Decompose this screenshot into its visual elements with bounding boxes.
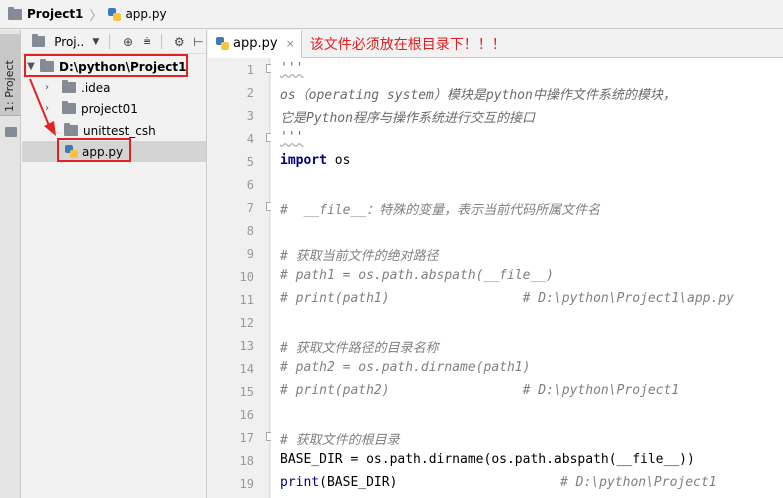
- app-py-highlight: [57, 138, 131, 162]
- folder-icon: [64, 123, 78, 136]
- line-number: 1: [246, 63, 254, 77]
- editor-tab-bar: app.py × 该文件必须放在根目录下！！！: [208, 29, 783, 58]
- line-number: 8: [246, 224, 254, 238]
- line-number: 5: [246, 155, 254, 169]
- line-number: 12: [239, 316, 254, 330]
- builtin: print: [280, 475, 320, 490]
- navigation-bar: Project1 〉 app.py: [0, 0, 783, 29]
- tree-item-idea[interactable]: › .idea: [40, 77, 111, 98]
- folder-icon: [62, 80, 76, 93]
- python-file-icon: [216, 37, 229, 50]
- annotation-note: 该文件必须放在根目录下！！！: [309, 36, 506, 53]
- breadcrumb-file[interactable]: app.py: [108, 7, 167, 21]
- code-editor[interactable]: ''' os（operating system）模块是python中操作文件系统…: [271, 58, 783, 498]
- crosshair-icon[interactable]: ⊕: [120, 34, 135, 50]
- chevron-right-icon[interactable]: ›: [40, 103, 54, 114]
- line-number: 7: [246, 201, 254, 215]
- code-line: ''': [280, 130, 304, 145]
- collapse-all-icon[interactable]: ⩧: [140, 34, 155, 50]
- folder-icon: [62, 101, 76, 114]
- line-number: 4: [246, 132, 254, 146]
- code-line: # 获取当前文件的绝对路径: [280, 249, 439, 264]
- hide-icon[interactable]: ⊢: [191, 34, 206, 50]
- root-folder-highlight: [24, 54, 188, 77]
- close-icon[interactable]: ×: [286, 37, 295, 50]
- code-line: # path2 = os.path.dirname(path1): [280, 360, 531, 375]
- tab-app-py[interactable]: app.py ×: [208, 29, 302, 58]
- line-number: 9: [246, 247, 254, 261]
- project-toolbar: Proj.. ▼ ⊕ ⩧ ⚙ ⊢: [22, 30, 206, 54]
- line-number: 16: [239, 408, 254, 422]
- project-view-selector[interactable]: Proj..: [54, 35, 84, 49]
- line-number: 19: [239, 477, 254, 491]
- code-line: # print(path1) # D:\python\Project1\app.…: [280, 291, 734, 306]
- line-number: 10: [239, 270, 254, 284]
- tool-window-strip: 1: Project: [0, 30, 21, 498]
- line-number: 17: [239, 431, 254, 445]
- code-line: ''': [280, 61, 304, 76]
- line-number: 2: [246, 86, 254, 100]
- gear-icon[interactable]: ⚙: [172, 34, 187, 50]
- project-panel: Proj.. ▼ ⊕ ⩧ ⚙ ⊢ ▼ D:\python\Project1 › …: [22, 30, 207, 498]
- code-line: os（operating system）模块是python中操作文件系统的模块，: [280, 88, 676, 103]
- line-number-gutter: 1 2 3 4 5 6 7 8 9 10 11 12 13 14 15 16 1…: [208, 58, 275, 498]
- code-line: # 获取文件的根目录: [280, 433, 400, 448]
- code-line: # path1 = os.path.abspath(__file__): [280, 268, 554, 283]
- code-line-comment: # D:\python\Project1: [560, 475, 717, 490]
- line-number: 11: [239, 293, 254, 307]
- project-tool-tab[interactable]: 1: Project: [0, 34, 21, 116]
- code-line: # 获取文件路径的目录名称: [280, 341, 439, 356]
- folder-icon: [8, 6, 22, 20]
- tree-item-project01[interactable]: › project01: [40, 98, 138, 119]
- keyword: import: [280, 153, 327, 168]
- code-line: import os: [280, 153, 351, 168]
- code-line: 它是Python程序与操作系统进行交互的接口: [280, 111, 535, 126]
- structure-folder-icon[interactable]: [5, 127, 17, 137]
- line-number: 18: [239, 454, 254, 468]
- line-number: 3: [246, 109, 254, 123]
- line-number: 13: [239, 339, 254, 353]
- code-line: print(BASE_DIR): [280, 475, 398, 490]
- python-file-icon: [108, 7, 122, 21]
- folder-icon: [32, 34, 46, 47]
- line-number: 15: [239, 385, 254, 399]
- code-line: # __file__：特殊的变量，表示当前代码所属文件名: [280, 203, 601, 218]
- code-line: # print(path2) # D:\python\Project1: [280, 383, 680, 398]
- code-line: BASE_DIR = os.path.dirname(os.path.abspa…: [280, 452, 695, 467]
- line-number: 6: [246, 178, 254, 192]
- breadcrumb-separator: 〉: [89, 8, 103, 24]
- chevron-right-icon[interactable]: ›: [40, 82, 54, 93]
- line-number: 14: [239, 362, 254, 376]
- chevron-down-icon[interactable]: ▼: [88, 34, 103, 50]
- breadcrumb-project[interactable]: Project1: [8, 6, 83, 21]
